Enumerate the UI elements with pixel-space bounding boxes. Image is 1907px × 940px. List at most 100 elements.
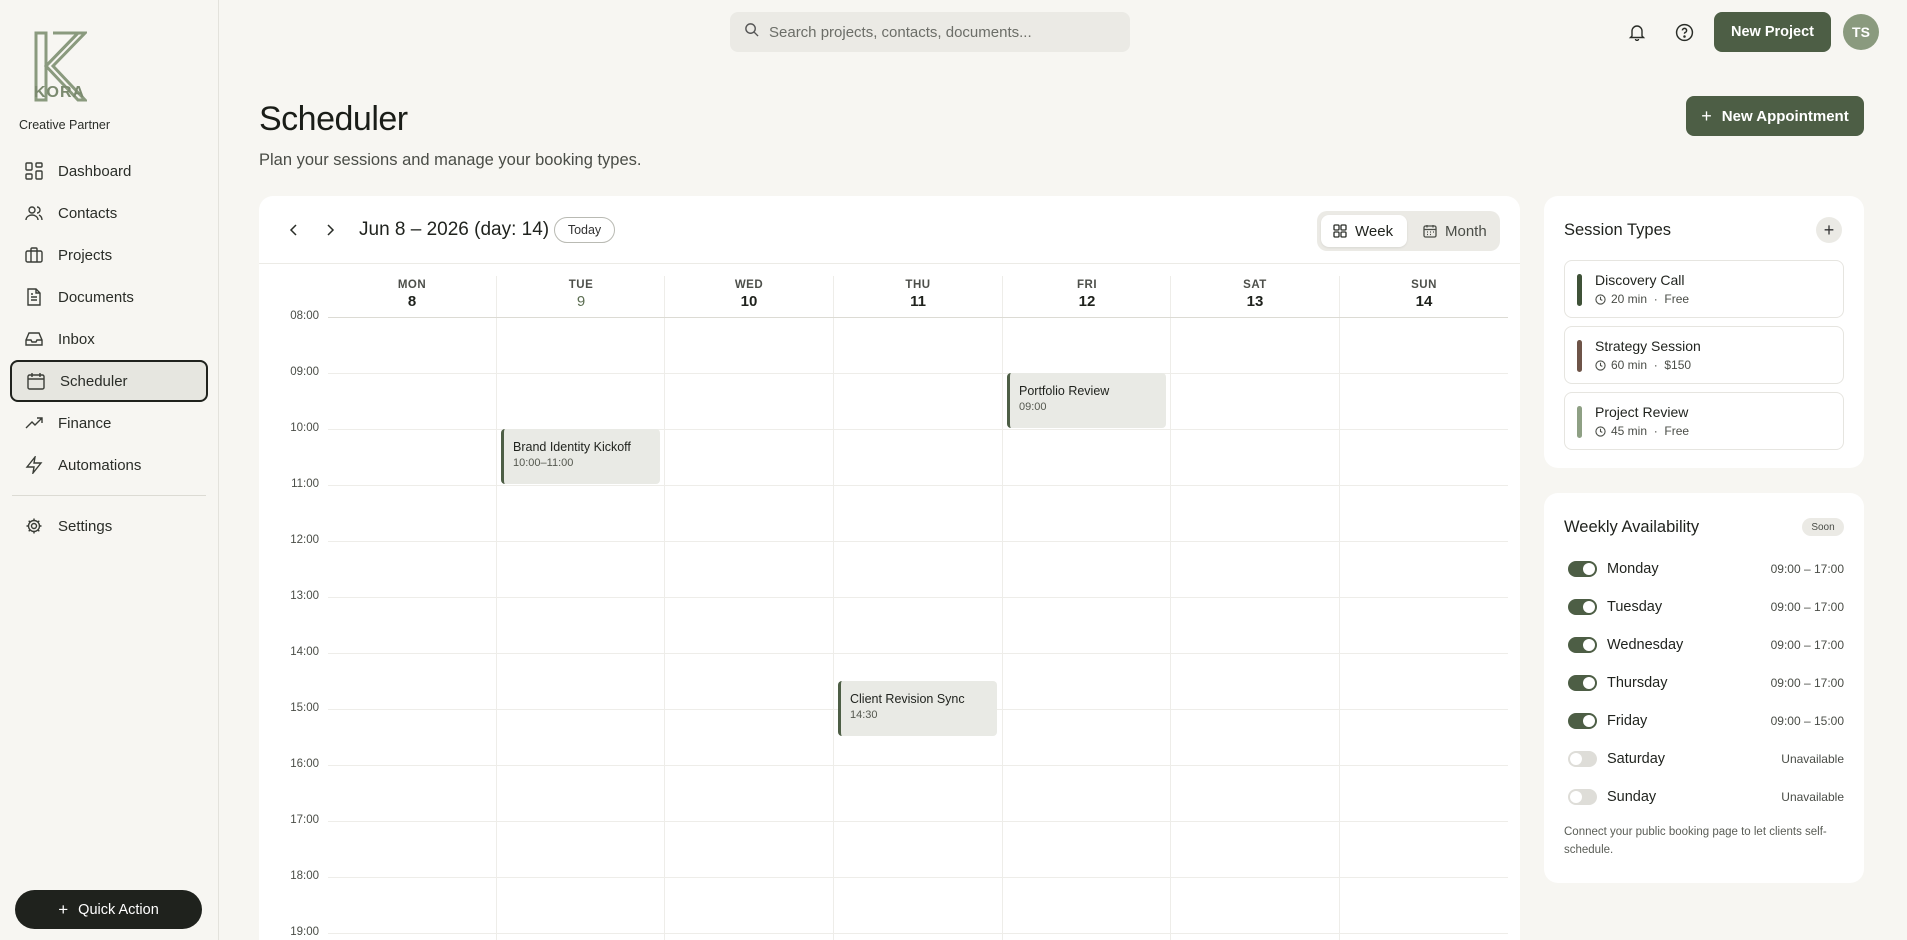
session-duration: 60 min <box>1611 358 1648 372</box>
help-icon[interactable] <box>1671 19 1697 45</box>
sidebar-item-dashboard[interactable]: Dashboard <box>10 150 208 192</box>
new-project-button[interactable]: New Project <box>1714 12 1831 52</box>
sidebar-item-automations[interactable]: Automations <box>10 444 208 486</box>
availability-row-friday: Friday 09:00 – 15:00 <box>1568 711 1844 731</box>
brand-tagline: Creative Partner <box>19 118 111 132</box>
availability-toggle[interactable] <box>1568 561 1597 577</box>
availability-toggle[interactable] <box>1568 713 1597 729</box>
grid-column-line <box>833 276 834 940</box>
today-button[interactable]: Today <box>554 217 615 243</box>
day-number: 8 <box>407 293 417 310</box>
grid-row-line <box>328 653 1508 654</box>
sidebar-item-documents[interactable]: Documents <box>10 276 208 318</box>
new-appointment-label: New Appointment <box>1721 107 1849 125</box>
session-price: Free <box>1664 292 1690 306</box>
day-name: MON <box>397 279 427 291</box>
day-number: 12 <box>1078 293 1096 310</box>
availability-toggle[interactable] <box>1568 637 1597 653</box>
calendar-icon <box>26 371 46 391</box>
day-header-sat: SAT 13 <box>1171 279 1339 310</box>
day-number: 13 <box>1246 293 1264 310</box>
sidebar-item-label: Dashboard <box>58 162 132 180</box>
booking-page-note: Connect your public booking page to let … <box>1564 826 1827 856</box>
session-type-card[interactable]: Strategy Session 60 min · $150 <box>1564 326 1844 384</box>
session-type-card[interactable]: Discovery Call 20 min · Free <box>1564 260 1844 318</box>
grid-row-line <box>328 597 1508 598</box>
session-color-bar <box>1577 274 1582 306</box>
search-bar[interactable] <box>730 12 1130 52</box>
availability-toggle[interactable] <box>1568 675 1597 691</box>
grid-row-line <box>328 933 1508 934</box>
nav-divider <box>12 495 206 496</box>
availability-day: Sunday <box>1607 789 1657 805</box>
weekly-availability-panel: Weekly Availability Soon Monday 09:00 – … <box>1544 493 1864 883</box>
calendar-event[interactable]: Portfolio Review 09:00 <box>1007 373 1166 428</box>
panel-title: Session Types <box>1564 221 1672 239</box>
day-number: 11 <box>910 293 926 310</box>
sidebar-item-contacts[interactable]: Contacts <box>10 192 208 234</box>
sidebar-item-projects[interactable]: Projects <box>10 234 208 276</box>
hour-label: 16:00 <box>290 758 319 770</box>
new-appointment-button[interactable]: + New Appointment <box>1686 96 1864 136</box>
availability-toggle[interactable] <box>1568 751 1597 767</box>
day-header-tue: TUE 9 <box>497 279 665 310</box>
availability-hours: Unavailable <box>1781 790 1844 804</box>
grid-column-line <box>1170 276 1171 940</box>
search-icon <box>744 22 759 42</box>
quick-action-label: Quick Action <box>78 901 159 918</box>
avatar[interactable]: TS <box>1843 14 1879 50</box>
quick-action-button[interactable]: + Quick Action <box>15 890 202 929</box>
session-title: Discovery Call <box>1595 272 1685 288</box>
session-meta: 20 min · Free <box>1595 292 1689 306</box>
availability-row-wednesday: Wednesday 09:00 – 17:00 <box>1568 635 1844 655</box>
availability-hours: 09:00 – 17:00 <box>1770 638 1844 652</box>
day-number: 9 <box>576 293 586 310</box>
sidebar-item-settings[interactable]: Settings <box>10 505 208 547</box>
availability-day: Tuesday <box>1607 599 1663 615</box>
availability-day: Friday <box>1607 713 1648 729</box>
grid-column-line <box>496 276 497 940</box>
month-view-button[interactable]: Month <box>1411 215 1497 247</box>
availability-toggle[interactable] <box>1568 789 1597 805</box>
bell-icon[interactable] <box>1624 19 1650 45</box>
briefcase-icon <box>24 245 44 265</box>
availability-toggle[interactable] <box>1568 599 1597 615</box>
calendar-event[interactable]: Client Revision Sync 14:30 <box>838 681 997 736</box>
availability-day: Wednesday <box>1607 637 1684 653</box>
chevron-left-icon[interactable] <box>282 218 306 242</box>
day-name: TUE <box>568 279 594 291</box>
sidebar-item-label: Scheduler <box>60 372 128 390</box>
search-input[interactable] <box>769 23 1099 41</box>
gear-icon <box>24 516 44 536</box>
availability-hours: 09:00 – 17:00 <box>1770 562 1844 576</box>
chevron-right-icon[interactable] <box>318 218 342 242</box>
logo-text: KORA <box>34 84 86 101</box>
week-view-button[interactable]: Week <box>1321 215 1407 247</box>
availability-row-thursday: Thursday 09:00 – 17:00 <box>1568 673 1844 693</box>
day-name: SUN <box>1411 279 1437 291</box>
clock-icon <box>1595 293 1606 305</box>
event-title: Portfolio Review <box>1019 384 1110 398</box>
session-type-card[interactable]: Project Review 45 min · Free <box>1564 392 1844 450</box>
session-color-bar <box>1577 340 1582 372</box>
month-view-label: Month <box>1445 222 1487 240</box>
sidebar-item-label: Automations <box>58 456 142 474</box>
grid-row-line <box>328 765 1508 766</box>
calendar-event[interactable]: Brand Identity Kickoff 10:00–11:00 <box>501 429 660 484</box>
add-session-type-button[interactable]: + <box>1816 217 1842 243</box>
sidebar-item-label: Contacts <box>58 204 118 222</box>
sidebar-item-scheduler[interactable]: Scheduler <box>10 360 208 402</box>
availability-row-tuesday: Tuesday 09:00 – 17:00 <box>1568 597 1844 617</box>
sidebar-item-inbox[interactable]: Inbox <box>10 318 208 360</box>
session-duration: 20 min <box>1611 292 1648 306</box>
users-icon <box>24 203 44 223</box>
availability-hours: 09:00 – 17:00 <box>1770 600 1844 614</box>
grid-row-line <box>328 373 1508 374</box>
event-time: 14:30 <box>850 709 878 721</box>
sidebar-item-label: Projects <box>58 246 113 264</box>
availability-day: Saturday <box>1607 751 1666 767</box>
session-meta: 60 min · $150 <box>1595 358 1691 372</box>
hour-label: 08:00 <box>290 310 319 322</box>
session-meta: 45 min · Free <box>1595 424 1689 438</box>
sidebar-item-finance[interactable]: Finance <box>10 402 208 444</box>
